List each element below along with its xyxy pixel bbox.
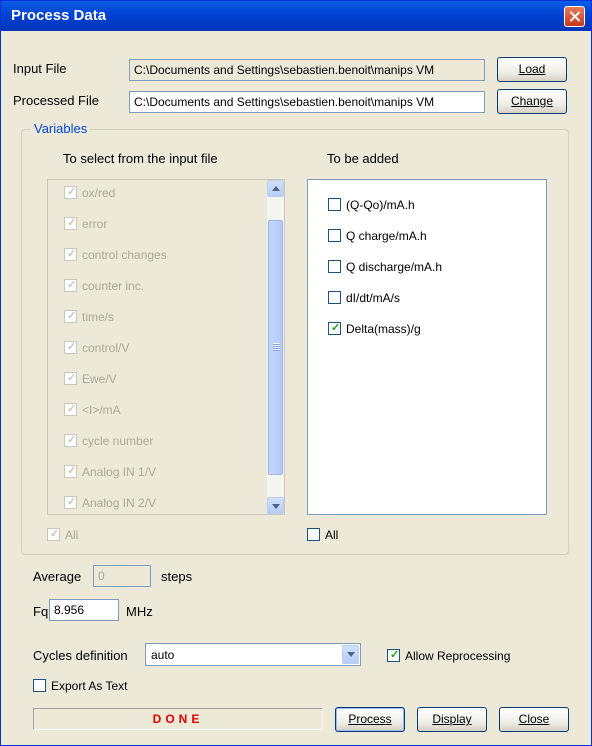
change-button-label: Change — [510, 94, 554, 108]
check-icon: ✓ — [67, 372, 77, 384]
check-icon: ✓ — [67, 279, 77, 291]
checkbox: ✓ — [47, 528, 60, 541]
process-button[interactable]: Process — [335, 707, 405, 732]
window-title: Process Data — [11, 7, 107, 24]
check-icon: ✓ — [67, 434, 77, 446]
checkbox: ✓ — [64, 496, 77, 509]
checkbox-label: Export As Text — [51, 679, 128, 693]
checkbox: ✓ — [64, 279, 77, 292]
input-variables-list: ✓ ox/red ✓ error ✓ control changes ✓ counter… — [47, 179, 285, 515]
grip-icon — [273, 343, 280, 351]
scroll-thumb[interactable] — [268, 220, 283, 475]
average-unit-label: steps — [161, 569, 193, 584]
checkbox[interactable]: ✓ — [328, 322, 341, 335]
checkbox[interactable] — [307, 528, 320, 541]
check-icon: ✓ — [67, 403, 77, 415]
list-item-label: Ewe/V — [82, 372, 117, 386]
average-label: Average — [33, 569, 82, 584]
checkbox[interactable] — [33, 679, 46, 692]
scroll-down-button[interactable] — [267, 497, 284, 514]
list-item-label: Q discharge/mA.h — [346, 260, 443, 274]
checkbox-label: All — [325, 528, 339, 542]
checkbox: ✓ — [64, 341, 77, 354]
check-icon: ✓ — [67, 186, 77, 198]
check-icon: ✓ — [67, 496, 77, 508]
cycles-definition-value: auto — [151, 648, 175, 662]
load-button[interactable]: Load — [497, 57, 567, 82]
checkbox: ✓ — [64, 310, 77, 323]
processed-file-label: Processed File — [13, 93, 99, 108]
scroll-up-button[interactable] — [267, 180, 284, 197]
fq-label: Fq — [33, 604, 49, 619]
status-indicator: DONE — [33, 708, 323, 730]
checkbox[interactable] — [328, 291, 341, 304]
check-icon: ✓ — [50, 528, 60, 540]
input-variables-header: To select from the input file — [63, 151, 218, 166]
check-icon: ✓ — [67, 310, 77, 322]
check-icon: ✓ — [390, 649, 400, 661]
process-data-window: Process Data Input File C:\Documents and… — [0, 0, 592, 746]
display-button[interactable]: Display — [417, 707, 487, 732]
checkbox[interactable] — [328, 198, 341, 211]
checkbox: ✓ — [64, 217, 77, 230]
input-file-field: C:\Documents and Settings\sebastien.beno… — [129, 59, 485, 81]
close-window-icon[interactable] — [564, 6, 585, 27]
check-icon: ✓ — [67, 217, 77, 229]
fq-input[interactable]: 8.956 — [49, 599, 119, 621]
list-item-label: Analog IN 2/V — [82, 496, 157, 510]
list-item-label: cycle number — [82, 434, 154, 448]
check-icon: ✓ — [331, 322, 341, 334]
checkbox: ✓ — [64, 186, 77, 199]
chevron-down-icon — [347, 652, 355, 657]
checkbox: ✓ — [64, 403, 77, 416]
average-input[interactable]: 0 — [93, 565, 151, 587]
close-button[interactable]: Close — [499, 707, 569, 732]
process-button-label: Process — [348, 712, 392, 726]
cycles-definition-label: Cycles definition — [33, 648, 128, 663]
load-button-label: Load — [518, 62, 546, 76]
input-file-label: Input File — [13, 61, 67, 76]
check-icon: ✓ — [67, 341, 77, 353]
chevron-up-icon — [272, 186, 280, 191]
list-item-label: Analog IN 1/V — [82, 465, 157, 479]
checkbox[interactable] — [328, 229, 341, 242]
list-item-label: <I>/mA — [82, 403, 121, 417]
cycles-definition-select[interactable]: auto — [145, 643, 361, 666]
list-item-label: (Q-Qo)/mA.h — [346, 198, 415, 212]
checkbox: ✓ — [64, 248, 77, 261]
list-item-label: time/s — [82, 310, 115, 324]
chevron-down-icon — [272, 504, 280, 509]
list-item-label: control changes — [82, 248, 167, 262]
checkbox[interactable] — [328, 260, 341, 273]
checkbox[interactable]: ✓ — [387, 649, 400, 662]
input-list-scrollbar[interactable] — [267, 180, 284, 514]
change-button[interactable]: Change — [497, 89, 567, 114]
title-bar[interactable]: Process Data — [1, 1, 591, 31]
checkbox: ✓ — [64, 465, 77, 478]
list-item-label: counter inc. — [82, 279, 145, 293]
display-button-label: Display — [432, 712, 472, 726]
dropdown-button[interactable] — [342, 645, 359, 664]
added-variables-list: (Q-Qo)/mA.h Q charge/mA.h Q discharge/mA… — [307, 179, 547, 515]
close-button-label: Close — [518, 712, 550, 726]
processed-file-field[interactable]: C:\Documents and Settings\sebastien.beno… — [129, 91, 485, 113]
checkbox-label: Allow Reprocessing — [405, 649, 511, 663]
list-item-label: control/V — [82, 341, 130, 355]
list-item-label: Q charge/mA.h — [346, 229, 427, 243]
check-icon: ✓ — [67, 465, 77, 477]
list-item-label: Delta(mass)/g — [346, 322, 421, 336]
fq-unit-label: MHz — [126, 604, 153, 619]
checkbox: ✓ — [64, 372, 77, 385]
checkbox-label: All — [65, 528, 79, 542]
checkbox: ✓ — [64, 434, 77, 447]
added-variables-header: To be added — [327, 151, 399, 166]
list-item-label: ox/red — [82, 186, 116, 200]
variables-group-label: Variables — [31, 121, 91, 136]
list-item-label: error — [82, 217, 108, 231]
check-icon: ✓ — [67, 248, 77, 260]
list-item-label: dI/dt/mA/s — [346, 291, 401, 305]
